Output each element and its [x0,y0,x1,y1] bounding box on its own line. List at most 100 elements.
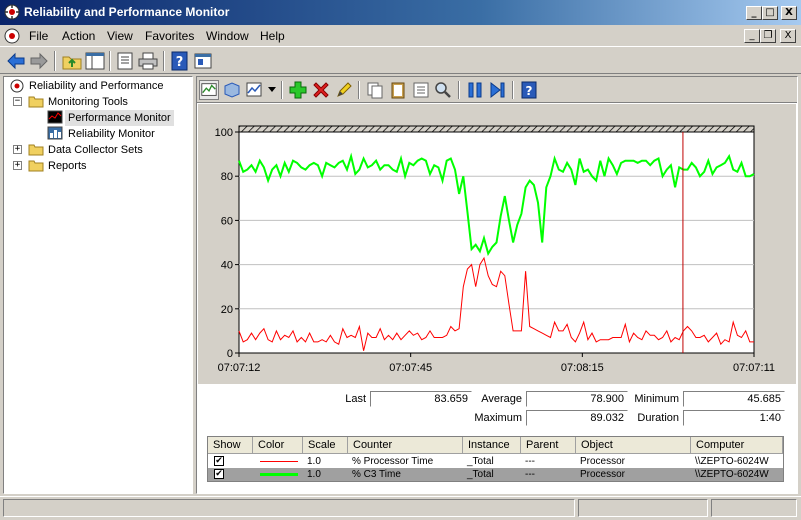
col-object[interactable]: Object [576,437,691,454]
mdi-minimize-button[interactable]: _ [744,29,760,43]
performance-monitor-icon [47,110,63,124]
update-data-icon[interactable] [488,80,508,100]
graph-type-dropdown-icon[interactable] [268,87,276,93]
toolbar-separator [458,81,460,99]
menu-help[interactable]: Help [260,29,285,43]
folder-icon [28,160,44,172]
y-tick-label: 40 [221,260,233,272]
app-icon [4,4,20,20]
menu-file[interactable]: File [29,29,48,43]
y-tick-label: 20 [221,304,233,316]
parent-cell: --- [525,456,535,467]
change-graph-type-icon[interactable] [245,80,265,100]
counter-cell: % C3 Time [352,469,401,480]
toolbar-separator [54,51,56,71]
computer-cell: \\ZEPTO-6024W [695,456,769,467]
delete-counter-icon[interactable] [311,80,331,100]
view-log-data-icon[interactable] [222,80,242,100]
window-title: Reliability and Performance Monitor [24,5,230,19]
col-counter[interactable]: Counter [348,437,463,454]
paste-counter-list-icon[interactable] [388,80,408,100]
tree-item-performance-monitor[interactable]: Performance Monitor [65,110,174,126]
show-checkbox[interactable]: ✔ [214,469,224,479]
status-pane-right [711,499,797,517]
mdi-close-button[interactable]: X [780,29,796,43]
close-button[interactable]: X [781,6,797,20]
color-swatch [260,473,298,476]
col-show[interactable]: Show [208,437,253,454]
expand-expander[interactable]: + [13,145,22,154]
forward-arrow-icon[interactable] [28,50,50,72]
col-color[interactable]: Color [253,437,303,454]
menu-favorites[interactable]: Favorites [145,29,194,43]
table-row[interactable]: ✔ 1.0 % C3 Time _Total --- Processor \\Z… [208,468,783,481]
folder-icon [28,96,44,108]
scale-cell: 1.0 [307,456,321,467]
tree-item-reports[interactable]: Reports [48,158,87,174]
properties-icon[interactable] [411,80,431,100]
col-scale[interactable]: Scale [303,437,348,454]
parent-cell: --- [525,469,535,480]
properties-icon[interactable] [114,50,136,72]
console-tree[interactable]: Reliability and Performance − Monitoring… [3,76,193,494]
minimum-label: Minimum [634,393,679,405]
help-icon[interactable]: ? [519,80,539,100]
menu-view[interactable]: View [107,29,133,43]
add-counter-icon[interactable] [288,80,308,100]
col-instance[interactable]: Instance [463,437,521,454]
tree-item-monitoring-tools[interactable]: Monitoring Tools [48,94,128,110]
average-value: 78.900 [526,391,628,407]
toolbar-separator [512,81,514,99]
maximize-button[interactable]: □ [762,6,778,20]
view-current-activity-icon[interactable] [199,80,219,100]
color-swatch [260,461,298,462]
zoom-icon[interactable] [433,80,453,100]
expand-expander[interactable]: + [13,161,22,170]
minimize-button[interactable]: _ [746,6,762,20]
tree-item-root[interactable]: Reliability and Performance [29,78,164,94]
help-topics-icon[interactable] [192,50,214,72]
col-computer[interactable]: Computer [691,437,783,454]
collapse-expander[interactable]: − [13,97,22,106]
last-value: 83.659 [370,391,472,407]
mdi-restore-button[interactable]: ❐ [760,29,776,43]
object-cell: Processor [580,456,626,467]
menu-action[interactable]: Action [62,29,95,43]
col-parent[interactable]: Parent [521,437,576,454]
last-label: Last [345,393,366,405]
system-menu-icon[interactable] [4,28,20,44]
svg-text:?: ? [176,55,184,70]
copy-properties-icon[interactable] [365,80,385,100]
help-icon[interactable]: ? [169,50,191,72]
tree-item-reliability-monitor[interactable]: Reliability Monitor [68,126,155,142]
highlight-icon[interactable] [334,80,354,100]
toolbar-separator [281,81,283,99]
show-hide-tree-icon[interactable] [84,50,106,72]
menu-window[interactable]: Window [206,29,249,43]
x-tick-label: 07:07:12 [218,362,261,374]
status-pane-main [3,499,575,517]
minimum-value: 45.685 [683,391,785,407]
toolbar-separator [358,81,360,99]
y-tick-label: 60 [221,215,233,227]
scale-cell: 1.0 [307,469,321,480]
performance-graph[interactable]: 020406080100 07:07:12 07:07:45 07:08:15 07:… [198,104,796,384]
counter-legend-table[interactable]: Show Color Scale Counter Instance Parent… [207,436,784,482]
y-tick-label: 0 [227,348,233,360]
x-axis-ticks: 07:07:12 07:07:45 07:08:15 07:07:11 [218,353,775,374]
object-cell: Processor [580,469,626,480]
freeze-display-icon[interactable] [465,80,485,100]
y-tick-label: 80 [221,171,233,183]
tree-item-data-collector-sets[interactable]: Data Collector Sets [48,142,143,158]
toolbar-separator [109,51,111,71]
svg-text:?: ? [526,84,533,98]
computer-cell: \\ZEPTO-6024W [695,469,769,480]
instance-cell: _Total [467,469,494,480]
back-arrow-icon[interactable] [5,50,27,72]
print-icon[interactable] [137,50,159,72]
status-pane-middle [578,499,708,517]
show-checkbox[interactable]: ✔ [214,456,224,466]
up-folder-icon[interactable] [61,50,83,72]
toolbar-separator [163,51,165,71]
table-row[interactable]: ✔ 1.0 % Processor Time _Total --- Proces… [208,455,783,468]
